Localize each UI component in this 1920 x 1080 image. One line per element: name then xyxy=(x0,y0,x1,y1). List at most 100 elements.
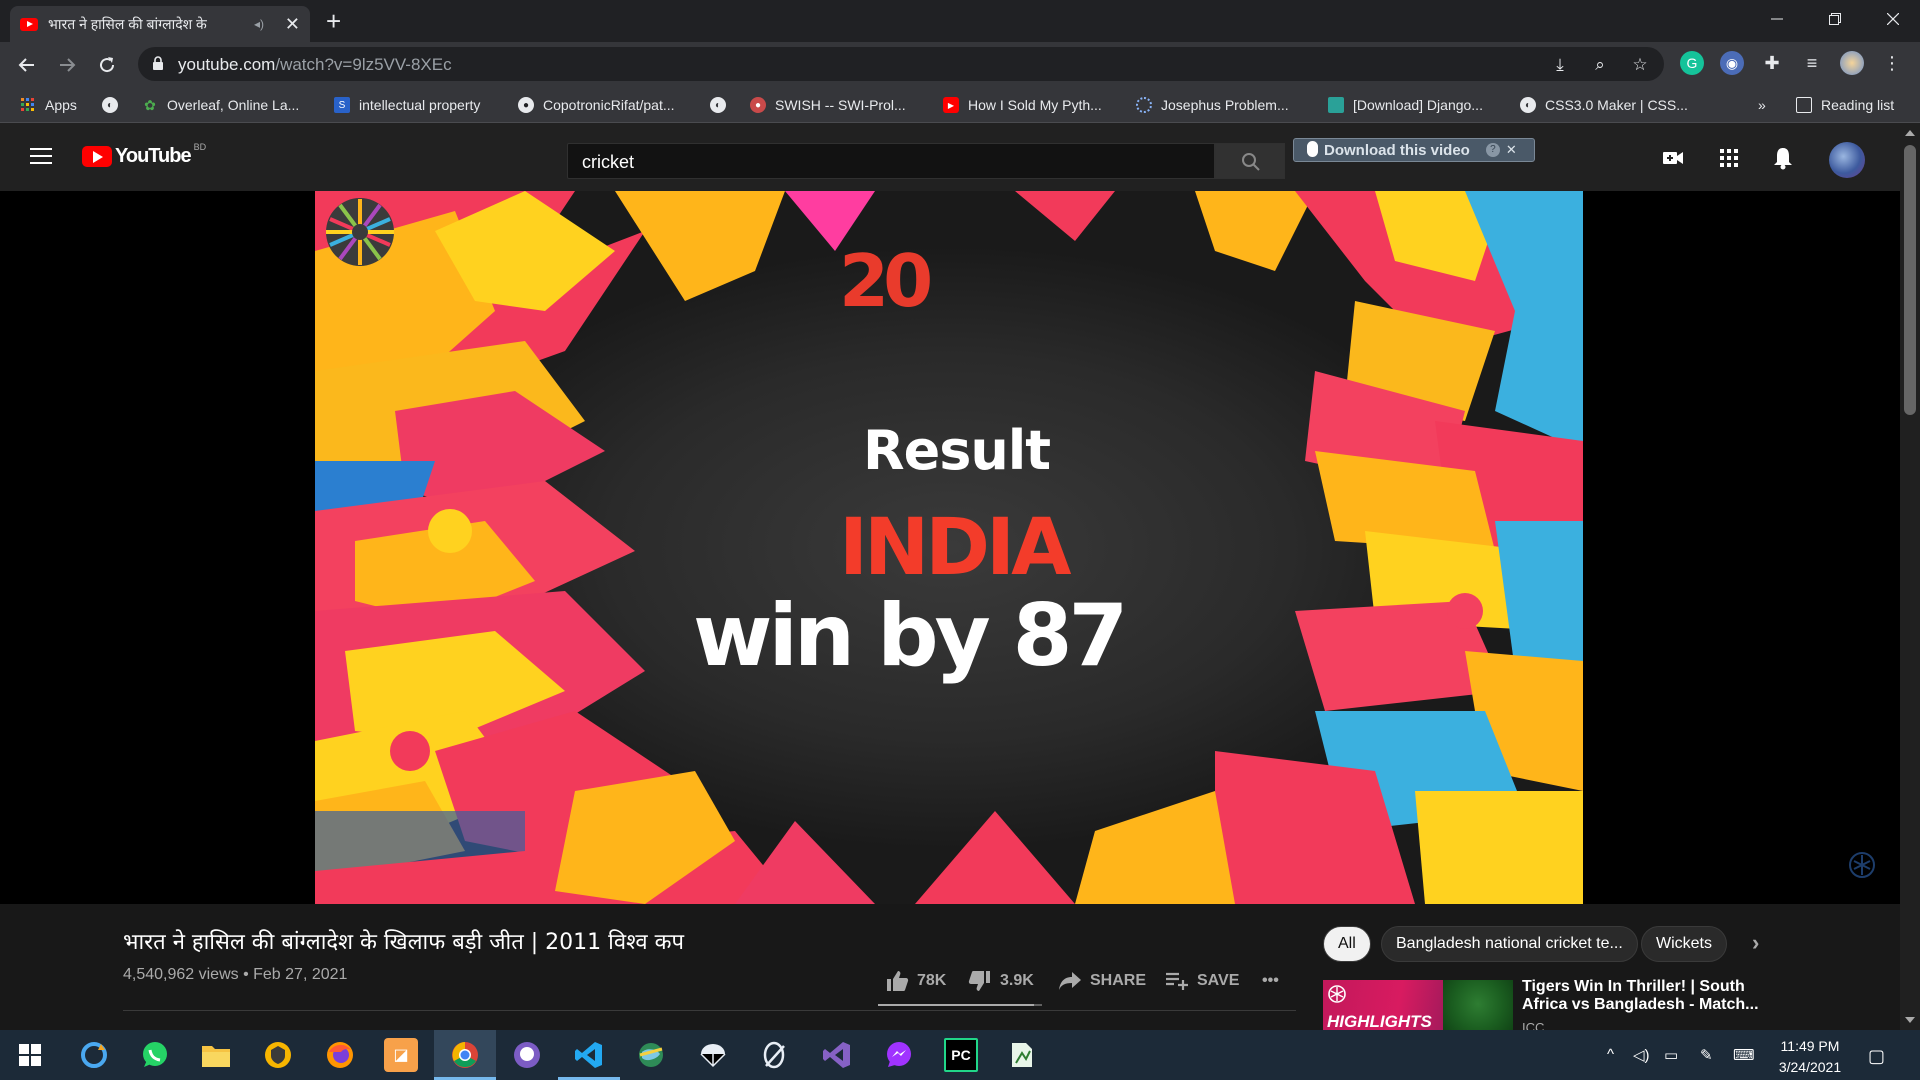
puzzle-extensions-icon[interactable]: ✚ xyxy=(1760,51,1784,75)
chrome-icon[interactable] xyxy=(448,1038,482,1072)
recommendation-thumbnail[interactable]: HIGHLIGHTS xyxy=(1323,980,1513,1030)
pycharm-icon[interactable]: PC xyxy=(944,1038,978,1072)
bookmark-globe-1[interactable]: ◐ xyxy=(102,95,127,115)
recommendation-channel[interactable]: ICC xyxy=(1522,1020,1544,1030)
window-close-button[interactable] xyxy=(1864,0,1920,38)
app-sync-icon[interactable] xyxy=(77,1038,111,1072)
youtube-logo[interactable]: YouTube BD xyxy=(82,142,206,168)
github-desktop-icon[interactable] xyxy=(510,1038,544,1072)
extension-icon[interactable]: ◉ xyxy=(1720,51,1744,75)
search-icon xyxy=(1242,153,1260,171)
whatsapp-icon[interactable] xyxy=(138,1038,172,1072)
zoom-icon[interactable]: ⌕ xyxy=(1590,55,1610,75)
youtube-favicon-icon xyxy=(20,17,38,31)
forward-arrow-icon[interactable] xyxy=(52,50,82,80)
file-explorer-icon[interactable] xyxy=(199,1038,233,1072)
download-this-video-bar[interactable]: Download this video ? ✕ xyxy=(1293,138,1535,162)
video-frame[interactable]: 20 Result INDIA win by 87 xyxy=(315,191,1583,904)
bookmarks-bar: Apps ◐ ✿ Overleaf, Online La... S intell… xyxy=(0,87,1920,123)
download-help-button[interactable]: ? xyxy=(1485,143,1500,157)
messenger-icon[interactable] xyxy=(882,1038,916,1072)
search-input[interactable]: cricket xyxy=(567,143,1215,179)
address-bar[interactable]: youtube.com/watch?v=9lz5VV-8XEc ⤓ ⌕ ☆ xyxy=(138,47,1664,81)
back-arrow-icon[interactable] xyxy=(12,50,42,80)
network-icon[interactable]: ▭ xyxy=(1664,1046,1678,1064)
vpn-icon[interactable] xyxy=(261,1038,295,1072)
hamburger-menu-icon[interactable] xyxy=(30,148,52,164)
bookmark-swish[interactable]: ● SWISH -- SWI-Prol... xyxy=(750,95,906,115)
app-orange-icon[interactable]: ◪ xyxy=(384,1038,418,1072)
share-button[interactable]: SHARE xyxy=(1058,968,1146,994)
like-button[interactable]: 78K xyxy=(885,968,946,994)
video-win-margin: win by 87 xyxy=(693,586,1128,686)
more-bookmarks-button[interactable]: » xyxy=(1758,95,1766,115)
bookmark-josephus[interactable]: Josephus Problem... xyxy=(1136,95,1289,115)
chip-all[interactable]: All xyxy=(1323,926,1371,962)
scrollbar-thumb[interactable] xyxy=(1904,145,1916,415)
chip-wickets[interactable]: Wickets xyxy=(1641,926,1727,962)
bookmark-github[interactable]: ● CopotronicRifat/pat... xyxy=(518,95,675,115)
download-close-button[interactable]: ✕ xyxy=(1506,142,1517,158)
save-button[interactable]: SAVE xyxy=(1165,968,1239,994)
search-button[interactable] xyxy=(1215,143,1285,179)
pen-icon[interactable]: ✎ xyxy=(1700,1046,1713,1064)
firefox-icon[interactable] xyxy=(323,1038,357,1072)
create-video-icon[interactable] xyxy=(1660,145,1686,171)
windows-start-icon[interactable] xyxy=(13,1038,47,1072)
channel-watermark-icon[interactable] xyxy=(1848,851,1876,879)
thumbnail-highlights-text: HIGHLIGHTS xyxy=(1327,1012,1432,1030)
bookmark-globe-2[interactable]: ◐ xyxy=(710,95,735,115)
lock-icon[interactable] xyxy=(152,56,164,71)
scroll-up-arrow-icon[interactable] xyxy=(1905,130,1915,136)
bookmark-apps[interactable]: Apps xyxy=(20,95,77,115)
bookmark-youtube[interactable]: ▶ How I Sold My Pyth... xyxy=(943,95,1102,115)
scroll-down-arrow-icon[interactable] xyxy=(1905,1017,1915,1023)
url-text[interactable]: youtube.com/watch?v=9lz5VV-8XEc xyxy=(178,55,452,75)
install-app-icon[interactable]: ⤓ xyxy=(1550,55,1570,75)
apps-grid-icon[interactable] xyxy=(1716,145,1742,171)
reading-list-button[interactable]: Reading list xyxy=(1796,95,1894,115)
restore-button[interactable] xyxy=(1806,0,1864,38)
bookmark-label: CopotronicRifat/pat... xyxy=(543,97,675,113)
reload-icon[interactable] xyxy=(92,50,122,80)
chip-bangladesh-national-cricket-team[interactable]: Bangladesh national cricket te... xyxy=(1381,926,1638,962)
chips-next-button[interactable]: › xyxy=(1752,930,1759,956)
notifications-bell-icon[interactable] xyxy=(1770,145,1796,171)
media-control-icon[interactable]: ≡ xyxy=(1800,51,1824,75)
bookmark-css3-maker[interactable]: ◐ CSS3.0 Maker | CSS... xyxy=(1520,95,1688,115)
grammarly-extension-icon[interactable]: G xyxy=(1680,51,1704,75)
volume-icon[interactable]: ◁) xyxy=(1633,1046,1650,1064)
page-scrollbar[interactable] xyxy=(1900,123,1920,1030)
system-clock[interactable]: 11:49 PM 3/24/2021 xyxy=(1768,1036,1852,1078)
audio-icon[interactable]: ◂) xyxy=(254,17,264,31)
vscode-icon[interactable] xyxy=(572,1038,606,1072)
minimize-button[interactable] xyxy=(1748,0,1806,38)
chrome-menu-icon[interactable]: ⋮ xyxy=(1880,51,1904,75)
spreadsheet-app-icon[interactable] xyxy=(1005,1038,1039,1072)
browser-tab-active[interactable]: भारत ने हासिल की बांग्लादेश के ◂) ✕ xyxy=(10,6,310,42)
notifications-icon[interactable]: ▢ xyxy=(1868,1046,1885,1067)
new-tab-button[interactable]: + xyxy=(326,6,341,36)
youtube-wordmark: YouTube xyxy=(115,144,192,167)
earth-app-icon[interactable] xyxy=(634,1038,668,1072)
dislike-button[interactable]: 3.9K xyxy=(968,968,1034,994)
more-actions-button[interactable]: ••• xyxy=(1262,968,1279,994)
video-player[interactable]: 20 Result INDIA win by 87 xyxy=(0,191,1900,904)
microphone-icon[interactable] xyxy=(1307,141,1318,157)
keyboard-icon[interactable]: ⌨ xyxy=(1733,1046,1755,1064)
video-result-heading: Result xyxy=(863,419,1051,482)
download-label[interactable]: Download this video xyxy=(1324,142,1470,159)
bookmark-overleaf[interactable]: ✿ Overleaf, Online La... xyxy=(142,95,299,115)
clock-date: 3/24/2021 xyxy=(1778,1059,1842,1075)
bookmark-intellectual-property[interactable]: S intellectual property xyxy=(334,95,480,115)
parachute-app-icon[interactable] xyxy=(696,1038,730,1072)
tab-close-button[interactable]: ✕ xyxy=(285,14,300,35)
bookmark-star-icon[interactable]: ☆ xyxy=(1630,55,1650,75)
recommendation-title[interactable]: Tigers Win In Thriller! | South Africa v… xyxy=(1522,978,1762,1014)
satellite-app-icon[interactable] xyxy=(758,1038,792,1072)
visual-studio-icon[interactable] xyxy=(820,1038,854,1072)
bookmark-django[interactable]: [Download] Django... xyxy=(1328,95,1483,115)
show-hidden-icons-icon[interactable]: ^ xyxy=(1607,1046,1614,1063)
account-avatar[interactable] xyxy=(1829,142,1865,178)
profile-avatar[interactable] xyxy=(1840,51,1864,75)
